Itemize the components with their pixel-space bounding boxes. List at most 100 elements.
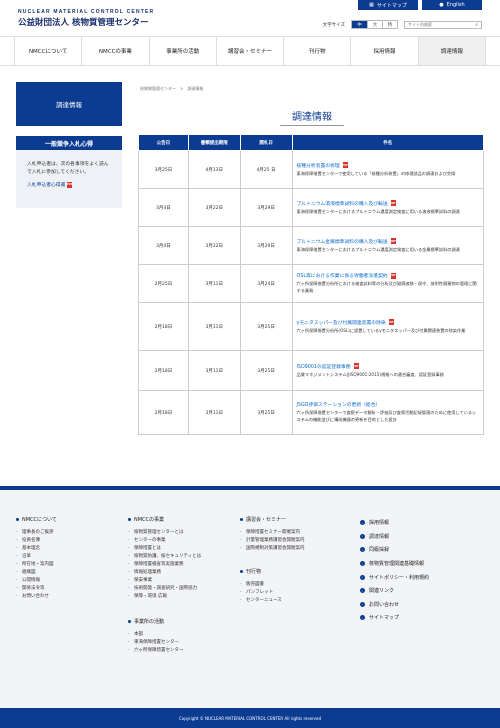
footer-link[interactable]: 六ヶ所保障措置センター (128, 647, 234, 655)
subject-title: γモニタスッパー及び付属関連装置の除染 (296, 320, 386, 326)
footer-about-heading[interactable]: NMCCについて (16, 516, 116, 523)
nav-publications[interactable]: 刊行物 (283, 37, 350, 65)
subject-link[interactable]: JSGO評価ステーションの更新（総合） (297, 401, 480, 408)
sitemap-label: サイトマップ (376, 2, 407, 9)
cell-opening: 3月24日 (239, 264, 293, 303)
bidding-guide-link-label: 入札申込者心得書 (27, 183, 66, 188)
footer-link[interactable]: パンフレット (240, 589, 350, 597)
footer-col-business: NMCCの事業 核物質管理センターとは センターの事業 保障措置とは 核物質防護… (128, 516, 234, 601)
cell-subject: ISO9001の認証登録事務 PDF 品質マネジメントシステム(JISQ9001:… (291, 350, 484, 391)
font-size-large-button[interactable]: 大 (367, 21, 382, 28)
font-size-xlarge-button[interactable]: 特 (382, 21, 397, 28)
footer-link[interactable]: 東海保障措置センター (128, 639, 234, 647)
footer-link[interactable]: 計量管理業務講習会開催案内 (240, 537, 350, 545)
footer-link[interactable]: 保安事業 (128, 577, 234, 585)
footer-quick-link-label: サイトポリシー・利用規約 (369, 574, 430, 581)
cell-published: 3月25日 (138, 150, 189, 189)
english-button[interactable]: ● English (422, 0, 482, 10)
footer-link[interactable]: 情報処理業務 (128, 569, 234, 577)
cell-opening: 3月25日 (239, 302, 293, 351)
footer-link[interactable]: 理事長のご挨拶 (16, 529, 116, 537)
footer-seminars-heading[interactable]: 講習会・セミナー (240, 516, 350, 523)
subject-title: ISO9001の認証登録事務 (296, 364, 351, 370)
col-header-opening: 開札日 (239, 134, 293, 151)
subject-description: 品質マネジメントシステム(JISQ9001:2015)規格への適合審査、認証登録… (296, 371, 444, 377)
footer-link[interactable]: 本部 (128, 631, 234, 639)
site-logo[interactable]: NUCLEAR MATERIAL CONTROL CENTER 公益財団法人 核… (18, 9, 154, 28)
footer-quick-link[interactable]: › 核物質管理関連基礎情報 (360, 557, 484, 571)
cell-deadline: 3月11日 (187, 350, 241, 391)
footer-business-heading[interactable]: NMCCの事業 (128, 516, 234, 523)
footer-link[interactable]: センターニュース (240, 597, 350, 605)
footer-quick-link[interactable]: › 採用情報 (360, 516, 484, 530)
subject-link[interactable]: ISO9001の認証登録事務 PDF (297, 363, 480, 370)
footer-publications-heading[interactable]: 刊行物 (240, 568, 350, 575)
pdf-icon: PDF (388, 319, 394, 326)
subject-description: 東海保障措置センターで使用している「核種分析装置」の修理部品の調達および交換 (296, 170, 456, 176)
footer-link[interactable]: 沿革 (16, 553, 116, 561)
logo-english-text: NUCLEAR MATERIAL CONTROL CENTER (18, 9, 155, 15)
pdf-icon: PDF (390, 238, 396, 245)
bidding-guide-link[interactable]: 入札申込者心得書 PDF (16, 181, 122, 188)
subject-title: プルトニウム溶液標準試料の購入及び輸送 (296, 201, 388, 207)
subject-title: 核種分析装置の修理 (296, 163, 340, 169)
sitemap-button[interactable]: ▦ サイトマップ (358, 0, 418, 10)
footer-quick-link[interactable]: › 関連リンク (360, 584, 484, 598)
footer-link[interactable]: 基本理念 (16, 545, 116, 553)
subject-link[interactable]: γモニタスッパー及び付属関連装置の除染 PDF (297, 319, 480, 326)
subject-description: 東海保障措置センターにおけるプルトニウム濃度測定検査に用いる金属標準試料の調達 (296, 246, 460, 252)
table-row: 2月18日 3月11日 3月25日 JSGO評価ステーションの更新（総合） 六ヶ… (138, 390, 484, 435)
footer-quick-link[interactable]: › サイトマップ (360, 611, 484, 625)
arrow-right-icon: › (360, 574, 365, 580)
footer-link[interactable]: 保障措置とは (128, 545, 234, 553)
subject-title: プルトニウム金属標準試料の購入及び輸送 (296, 239, 388, 245)
search-icon[interactable]: ⌕ (475, 22, 478, 28)
bidding-guide-text: 入札申込者は、次の各事項をよく読んで入札に参加してください。 (27, 162, 109, 175)
footer-link[interactable]: お問い合わせ (16, 593, 116, 601)
nav-seminars[interactable]: 講習会・セミナー (215, 37, 283, 65)
footer-link[interactable]: 保障・環境 広報 (128, 593, 234, 601)
cell-subject: JSGO評価ステーションの更新（総合） 六ヶ所保障措置センターで査察データ解析・… (291, 390, 484, 435)
footer-link[interactable]: 公開情報 (16, 577, 116, 585)
sitemap-icon: ▦ (369, 2, 374, 8)
header-utility-buttons: ▦ サイトマップ ● English (358, 0, 482, 10)
footer-quick-link[interactable]: › 同級採録 (360, 543, 484, 557)
subject-link[interactable]: OSL等における作業に係る労働者派遣契約 PDF (297, 272, 480, 279)
footer-quick-link[interactable]: › 調達情報 (360, 530, 484, 544)
footer-link[interactable]: 役員名簿 (16, 537, 116, 545)
footer-quick-links: › 採用情報 › 調達情報 › 同級採録 › 核物質管理関連基礎情報 › サイトポリシー・… (360, 516, 484, 625)
footer-offices-heading[interactable]: 事業所の活動 (128, 618, 234, 625)
footer-link[interactable]: 所在地・案内図 (16, 561, 116, 569)
footer-quick-link[interactable]: › お問い合わせ (360, 598, 484, 612)
search-input[interactable] (408, 22, 470, 27)
footer-link[interactable]: 組織図 (16, 569, 116, 577)
footer-quick-link[interactable]: › サイトポリシー・利用規約 (360, 570, 484, 584)
arrow-right-icon: › (360, 547, 365, 553)
cell-opening: 3月29日 (239, 188, 293, 227)
breadcrumb-home[interactable]: 核物質管理センター (140, 86, 176, 92)
footer-link[interactable]: 国際規制対策講習会開催案内 (240, 545, 350, 553)
cell-deadline: 3月11日 (187, 264, 241, 303)
footer-link[interactable]: 保障措置検査等実施業務 (128, 561, 234, 569)
font-size-medium-button[interactable]: 中 (352, 21, 367, 28)
pdf-icon: PDF (390, 272, 396, 279)
footer-link[interactable]: 核物質防護、核セキュリティとは (128, 553, 234, 561)
nav-about[interactable]: NMCCについて (14, 37, 81, 65)
footer-link[interactable]: 技術開発・調査研究・国際協力 (128, 585, 234, 593)
pdf-icon: PDF (67, 181, 73, 188)
bidding-guide-title: 一般競争入札心得 (16, 136, 122, 150)
subject-link[interactable]: プルトニウム金属標準試料の購入及び輸送 PDF (297, 238, 480, 245)
nav-procurement[interactable]: 調達情報 (417, 37, 486, 65)
nav-business[interactable]: NMCCの事業 (81, 37, 148, 65)
subject-link[interactable]: プルトニウム溶液標準試料の購入及び輸送 PDF (297, 200, 480, 207)
nav-recruit[interactable]: 採用情報 (350, 37, 417, 65)
bidding-guide-box: 一般競争入札心得 入札申込者は、次の各事項をよく読んで入札に参加してください。 … (16, 136, 122, 208)
cell-deadline: 3月11日 (187, 390, 241, 435)
nav-offices[interactable]: 事業所の活動 (148, 37, 216, 65)
subject-link[interactable]: 核種分析装置の修理 PDF (297, 162, 480, 169)
footer-link[interactable]: 保障措置セミナー開催案内 (240, 529, 350, 537)
footer-link[interactable]: 販売図書 (240, 581, 350, 589)
footer-link[interactable]: 核物質管理センターとは (128, 529, 234, 537)
footer-link[interactable]: 関係法令等 (16, 585, 116, 593)
footer-link[interactable]: センターの事業 (128, 537, 234, 545)
